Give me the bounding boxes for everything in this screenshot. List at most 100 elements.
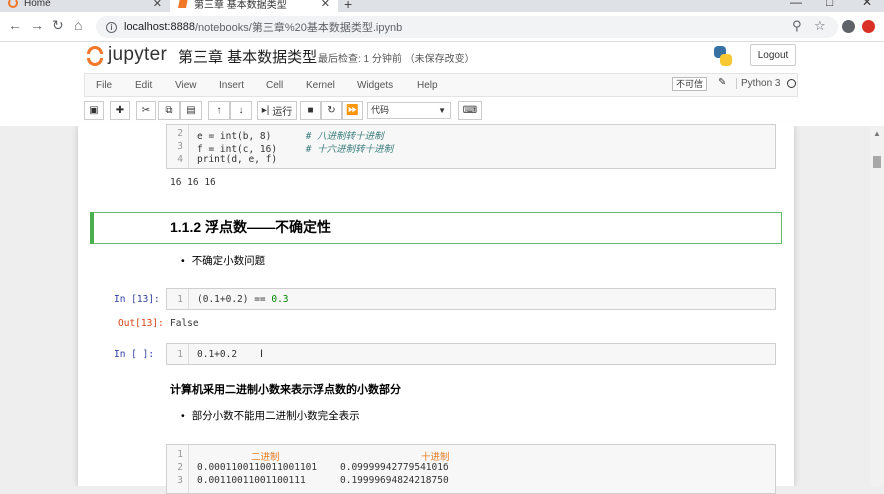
- site-info-icon[interactable]: i: [106, 21, 117, 33]
- selected-cell-indicator: [90, 212, 94, 244]
- restart-icon: ↻: [327, 105, 336, 116]
- step-forward-icon: ▸|: [261, 105, 270, 116]
- keyboard-icon: ⌨: [462, 105, 478, 116]
- home-icon[interactable]: ⌂: [74, 17, 82, 33]
- menu-widgets[interactable]: Widgets: [357, 80, 393, 91]
- tab-home-label: Home: [24, 0, 51, 9]
- arrow-down-icon: ↓: [238, 105, 244, 116]
- table-row: 0.0001100110011001101 0.0999994277954101…: [197, 462, 449, 473]
- close-window-icon[interactable]: ✕: [862, 0, 872, 9]
- save-icon: ▣: [89, 105, 99, 116]
- notebook-favicon-icon: [178, 0, 188, 8]
- close-tab-icon[interactable]: ✕: [321, 0, 330, 10]
- menu-insert[interactable]: Insert: [219, 80, 244, 91]
- restart-run-all-button[interactable]: ⏩: [342, 101, 363, 120]
- run-label: 运行: [272, 107, 293, 118]
- kernel-idle-icon: [787, 79, 796, 88]
- text-cursor-icon: I: [260, 348, 264, 360]
- input-prompt: In [13]:: [114, 294, 160, 305]
- move-down-button[interactable]: ↓: [230, 101, 252, 120]
- chevron-down-icon: ▼: [438, 106, 446, 115]
- table-header: 二进制: [251, 452, 280, 463]
- jupyter-favicon-icon: [8, 0, 18, 8]
- close-tab-icon[interactable]: ✕: [153, 0, 162, 10]
- code-cell-active[interactable]: 1 0.1+0.2: [166, 343, 776, 365]
- cell-type-value: 代码: [371, 105, 390, 115]
- paste-icon: ▤: [186, 105, 196, 116]
- address-bar-area: ← → ↻ ⌂ i localhost:8888/notebooks/第三章%2…: [0, 12, 884, 42]
- jupyter-logo-icon[interactable]: [86, 45, 104, 67]
- code-cell-top[interactable]: 2 3 4 e = int(b, 8) # 八进制转十进制 f = int(c,…: [166, 124, 776, 169]
- minimize-icon[interactable]: —: [790, 0, 802, 9]
- move-up-button[interactable]: ↑: [208, 101, 230, 120]
- scissors-icon: ✂: [141, 105, 151, 116]
- edit-pencil-icon[interactable]: ✎: [718, 77, 726, 88]
- scrollbar-thumb[interactable]: [873, 156, 881, 168]
- tab-home[interactable]: Home ✕: [0, 0, 170, 12]
- copy-icon: ⧉: [165, 105, 173, 116]
- interrupt-button[interactable]: ■: [300, 101, 321, 120]
- table-header: 十进制: [421, 452, 450, 463]
- restart-button[interactable]: ↻: [321, 101, 342, 120]
- markdown-text: 计算机采用二进制小数来表示浮点数的小数部分: [170, 384, 401, 396]
- app-name[interactable]: jupyter: [108, 44, 167, 66]
- back-arrow-icon[interactable]: ←: [8, 17, 22, 33]
- notebook-title[interactable]: 第三章 基本数据类型: [178, 46, 317, 67]
- code-cell-table[interactable]: 1 2 3 二进制 十进制 0.0001100110011001101 0.09…: [166, 444, 776, 494]
- zoom-icon[interactable]: ⚲: [792, 18, 802, 34]
- menu-cell[interactable]: Cell: [266, 80, 283, 91]
- url-host: localhost:8888: [124, 21, 195, 33]
- plus-icon: ✚: [115, 105, 125, 116]
- checkpoint-status: 最后检查: 1 分钟前 （未保存改变）: [318, 54, 475, 65]
- reload-icon[interactable]: ↻: [52, 17, 64, 34]
- vertical-scrollbar[interactable]: ▲: [870, 126, 884, 486]
- menu-view[interactable]: View: [175, 80, 197, 91]
- cell-type-select[interactable]: 代码 ▼: [367, 102, 451, 119]
- insert-cell-button[interactable]: ✚: [110, 101, 130, 120]
- url-path: /notebooks/第三章%20基本数据类型.ipynb: [194, 22, 403, 34]
- scroll-up-icon[interactable]: ▲: [873, 129, 881, 138]
- logout-button[interactable]: Logout: [750, 44, 796, 66]
- browser-tab-bar: Home ✕ 第三章 基本数据类型 ✕ + — □ ✕: [0, 0, 884, 12]
- copy-button[interactable]: ⧉: [158, 101, 180, 120]
- table-row: 0.00110011001100111 0.19999694824218750: [197, 475, 449, 486]
- code-cell-13[interactable]: 1 (0.1+0.2) == 0.3: [166, 288, 776, 310]
- menu-file[interactable]: File: [96, 80, 112, 91]
- selected-cell-border: [90, 212, 782, 244]
- line-numbers: 2 3 4: [167, 125, 189, 168]
- run-button[interactable]: ▸| 运行: [257, 101, 297, 120]
- menubar: File Edit View Insert Cell Kernel Widget…: [0, 71, 884, 100]
- extension-icon[interactable]: [862, 20, 875, 33]
- code-line: (0.1+0.2) == 0.3: [197, 294, 289, 305]
- paste-button[interactable]: ▤: [180, 101, 202, 120]
- bookmark-star-icon[interactable]: ☆: [814, 18, 826, 34]
- python-logo-icon: [712, 45, 734, 67]
- input-prompt: In [ ]:: [114, 349, 155, 360]
- new-tab-button[interactable]: +: [344, 0, 352, 12]
- menu-help[interactable]: Help: [417, 80, 438, 91]
- forward-arrow-icon[interactable]: →: [30, 17, 44, 33]
- tab-notebook-label: 第三章 基本数据类型: [194, 0, 287, 11]
- code-line: e = int(b, 8) # 八进制转十进制: [197, 131, 384, 142]
- maximize-icon[interactable]: □: [826, 0, 833, 9]
- command-palette-button[interactable]: ⌨: [458, 101, 482, 120]
- cell-output: 16 16 16: [170, 177, 216, 188]
- menu-kernel[interactable]: Kernel: [306, 80, 335, 91]
- menu-edit[interactable]: Edit: [135, 80, 152, 91]
- trusted-badge[interactable]: 不可信: [672, 77, 708, 91]
- code-line: 0.1+0.2: [197, 349, 238, 360]
- arrow-up-icon: ↑: [216, 105, 222, 116]
- fast-forward-icon: ⏩: [346, 105, 359, 116]
- profile-avatar-icon[interactable]: [842, 20, 855, 33]
- bullet-item: 部分小数不能用二进制小数完全表示: [181, 408, 360, 423]
- line-numbers: 1: [167, 289, 189, 309]
- tab-notebook[interactable]: 第三章 基本数据类型 ✕: [170, 0, 338, 12]
- toolbar: ▣ ✚ ✂ ⧉ ▤ ↑ ↓ ▸| 运行 ■ ↻ ⏩ 代码 ▼ ⌨: [0, 100, 884, 122]
- line-numbers: 1: [167, 344, 189, 364]
- jupyter-header: jupyter 第三章 基本数据类型 最后检查: 1 分钟前 （未保存改变） L…: [0, 42, 884, 71]
- cut-button[interactable]: ✂: [136, 101, 156, 120]
- output-prompt: Out[13]:: [118, 318, 164, 329]
- save-button[interactable]: ▣: [84, 101, 104, 120]
- url-input[interactable]: i localhost:8888/notebooks/第三章%20基本数据类型.…: [96, 16, 838, 38]
- code-line: f = int(c, 16) # 十六进制转十进制: [197, 144, 394, 155]
